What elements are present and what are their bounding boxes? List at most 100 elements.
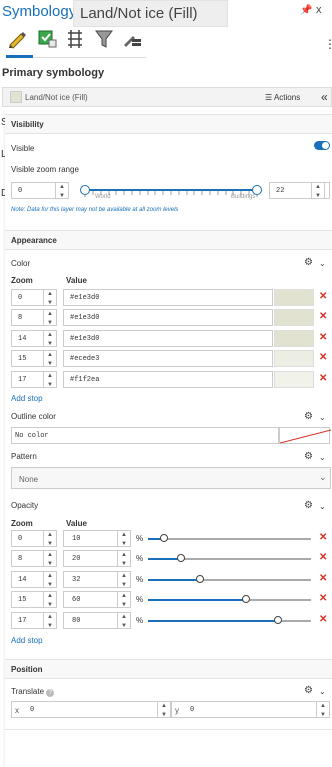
appearance-section-header[interactable]: Appearance bbox=[5, 230, 332, 250]
outline-chevron-down-icon[interactable]: ⌄ bbox=[319, 413, 326, 422]
opacity-stepper[interactable]: ▲ ▼ bbox=[117, 550, 131, 567]
pattern-gear-icon[interactable]: ⚙ bbox=[304, 451, 313, 462]
symbol-filter-icon[interactable] bbox=[91, 26, 117, 52]
opacity-slider[interactable] bbox=[148, 554, 311, 564]
opacity-stepper[interactable]: ▲ ▼ bbox=[117, 591, 131, 608]
zoom-range-slider[interactable]: World Buildings bbox=[80, 184, 262, 200]
buildings-mark: Buildings bbox=[231, 194, 256, 200]
color-chevron-down-icon[interactable]: ⌄ bbox=[319, 259, 326, 268]
remove-stop-icon[interactable]: ✕ bbox=[319, 532, 327, 543]
x-value[interactable]: 0 bbox=[30, 706, 34, 714]
opacity-chevron-down-icon[interactable]: ⌄ bbox=[319, 502, 326, 511]
close-icon[interactable]: x bbox=[316, 4, 322, 16]
remove-stop-icon[interactable]: ✕ bbox=[319, 593, 327, 604]
min-zoom-stepper[interactable]: ▲ ▼ bbox=[55, 182, 69, 199]
hamburger-icon[interactable]: ⋮ bbox=[324, 37, 332, 51]
bottom-divider bbox=[5, 729, 332, 730]
max-zoom-stepper[interactable]: ▲ ▼ bbox=[311, 182, 325, 199]
select-chevron-down-icon: ⌄ bbox=[319, 472, 327, 482]
actions-menu-button[interactable]: ☰ Actions bbox=[265, 93, 300, 102]
opacity-stops: 0 ▲ ▼ 10 ▲ ▼ % ✕ 8 ▲ ▼ 20 ▲ ▼ % ✕ 14 ▲ ▼… bbox=[5, 530, 332, 632]
opacity-gear-icon[interactable]: ⚙ bbox=[304, 500, 313, 511]
x-stepper[interactable]: ▲ ▼ bbox=[157, 701, 171, 718]
color-stops: 0 ▲ ▼ #e1e3d0 ✕ 8 ▲ ▼ #e1e3d0 ✕ 14 ▲ ▼ #e1e… bbox=[5, 289, 332, 391]
visibility-section-header[interactable]: Visibility bbox=[5, 114, 332, 134]
pin-icon[interactable]: 📌 bbox=[300, 5, 312, 16]
stop-color-swatch[interactable] bbox=[274, 289, 314, 306]
y-stepper[interactable]: ▲ ▼ bbox=[316, 701, 330, 718]
remove-stop-icon[interactable]: ✕ bbox=[319, 291, 327, 302]
pattern-label: Pattern bbox=[11, 452, 37, 461]
opacity-value-col: Value bbox=[66, 519, 87, 528]
position-chevron-down-icon[interactable]: ⌄ bbox=[319, 687, 326, 696]
opacity-slider[interactable] bbox=[148, 616, 311, 626]
stop-zoom-stepper[interactable]: ▲ ▼ bbox=[43, 571, 57, 588]
stop-color-value[interactable]: #f1f2ea bbox=[63, 371, 273, 388]
remove-stop-icon[interactable]: ✕ bbox=[319, 373, 327, 384]
remove-stop-icon[interactable]: ✕ bbox=[319, 573, 327, 584]
stop-zoom-stepper[interactable]: ▲ ▼ bbox=[43, 309, 57, 326]
min-zoom-handle[interactable] bbox=[80, 185, 90, 195]
pattern-select-value: None bbox=[19, 475, 39, 484]
stop-zoom-stepper[interactable]: ▲ ▼ bbox=[43, 530, 57, 547]
stop-color-value[interactable]: #e1e3d0 bbox=[63, 309, 273, 326]
remove-stop-icon[interactable]: ✕ bbox=[319, 332, 327, 343]
stop-zoom-stepper[interactable]: ▲ ▼ bbox=[43, 371, 57, 388]
stop-zoom-stepper[interactable]: ▲ ▼ bbox=[43, 350, 57, 367]
opacity-slider[interactable] bbox=[148, 595, 311, 605]
percent-sign: % bbox=[136, 575, 144, 584]
outline-gear-icon[interactable]: ⚙ bbox=[304, 411, 313, 422]
y-value[interactable]: 0 bbox=[190, 706, 194, 714]
pattern-chevron-down-icon[interactable]: ⌄ bbox=[319, 453, 326, 462]
label-classes-icon[interactable] bbox=[119, 26, 145, 52]
visible-toggle[interactable] bbox=[314, 141, 330, 150]
stop-color-value[interactable]: #ecede3 bbox=[63, 350, 273, 367]
stop-color-swatch[interactable] bbox=[274, 371, 314, 388]
position-gear-icon[interactable]: ⚙ bbox=[304, 685, 313, 696]
remove-stop-icon[interactable]: ✕ bbox=[319, 614, 327, 625]
remove-stop-icon[interactable]: ✕ bbox=[319, 311, 327, 322]
stop-color-swatch[interactable] bbox=[274, 330, 314, 347]
symbol-layer-drawing-icon[interactable] bbox=[62, 26, 88, 52]
percent-sign: % bbox=[136, 616, 144, 625]
opacity-slider[interactable] bbox=[148, 534, 311, 544]
stop-color-swatch[interactable] bbox=[274, 309, 314, 326]
opacity-stop-row: 14 ▲ ▼ 32 ▲ ▼ % ✕ bbox=[5, 571, 332, 591]
position-section-header[interactable]: Position bbox=[5, 659, 332, 679]
opacity-stop-row: 0 ▲ ▼ 10 ▲ ▼ % ✕ bbox=[5, 530, 332, 550]
vary-symbology-icon[interactable] bbox=[34, 26, 60, 52]
opacity-stop-row: 15 ▲ ▼ 60 ▲ ▼ % ✕ bbox=[5, 591, 332, 611]
opacity-stepper[interactable]: ▲ ▼ bbox=[117, 612, 131, 629]
stop-color-swatch[interactable] bbox=[274, 350, 314, 367]
collapse-icon[interactable]: « bbox=[321, 90, 328, 104]
actions-label: Actions bbox=[273, 93, 301, 102]
no-color-swatch[interactable] bbox=[279, 427, 331, 444]
primary-symbology-icon[interactable] bbox=[5, 26, 31, 52]
translate-y-field[interactable]: y 0 bbox=[171, 701, 330, 718]
symbol-bar[interactable]: Land/Not ice (Fill) ☰ Actions « bbox=[2, 87, 332, 107]
opacity-add-stop-link[interactable]: Add stop bbox=[11, 636, 43, 645]
symbol-swatch[interactable] bbox=[10, 91, 22, 103]
outline-color-value[interactable]: No color bbox=[11, 427, 279, 444]
stop-zoom-stepper[interactable]: ▲ ▼ bbox=[43, 289, 57, 306]
opacity-stepper[interactable]: ▲ ▼ bbox=[117, 571, 131, 588]
translate-x-field[interactable]: x 0 bbox=[11, 701, 171, 718]
percent-sign: % bbox=[136, 554, 144, 563]
remove-stop-icon[interactable]: ✕ bbox=[319, 552, 327, 563]
opacity-stepper[interactable]: ▲ ▼ bbox=[117, 530, 131, 547]
color-add-stop-link[interactable]: Add stop bbox=[11, 394, 43, 403]
opacity-slider[interactable] bbox=[148, 575, 311, 585]
stop-color-value[interactable]: #e1e3d0 bbox=[63, 289, 273, 306]
pane-title: Symbology bbox=[2, 3, 77, 20]
stop-zoom-stepper[interactable]: ▲ ▼ bbox=[43, 591, 57, 608]
translate-label: Translate ? bbox=[11, 687, 55, 697]
color-gear-icon[interactable]: ⚙ bbox=[304, 257, 313, 268]
pattern-select[interactable]: None ⌄ bbox=[11, 467, 331, 489]
visible-label: Visible bbox=[11, 144, 35, 153]
stop-zoom-stepper[interactable]: ▲ ▼ bbox=[43, 612, 57, 629]
stop-zoom-stepper[interactable]: ▲ ▼ bbox=[43, 330, 57, 347]
remove-stop-icon[interactable]: ✕ bbox=[319, 352, 327, 363]
stop-color-value[interactable]: #e1e3d0 bbox=[63, 330, 273, 347]
help-icon[interactable]: ? bbox=[46, 689, 55, 697]
stop-zoom-stepper[interactable]: ▲ ▼ bbox=[43, 550, 57, 567]
